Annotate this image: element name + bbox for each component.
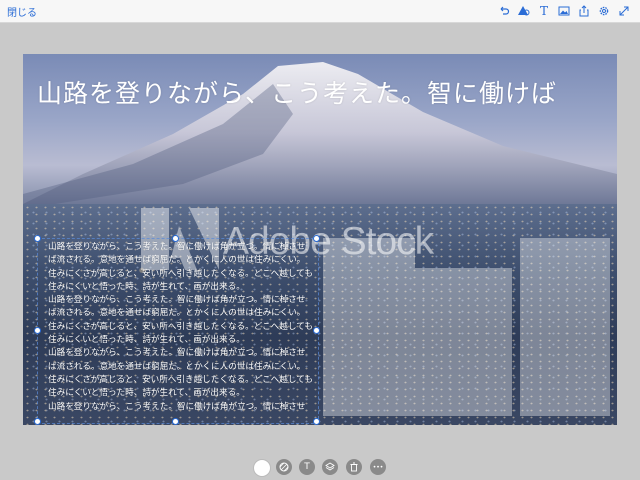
body-line: ば流される。意地を通せば窮屈だ。とかくに人の世は住みにくい。 [48, 308, 306, 319]
shapes-icon[interactable] [514, 3, 534, 19]
headline-text[interactable]: 山路を登りながら、こう考えた。智に働けば [37, 74, 607, 110]
resize-handle-bottom-mid[interactable] [172, 418, 179, 425]
pattern-icon[interactable] [276, 459, 292, 475]
resize-handle-top-left[interactable] [34, 235, 41, 242]
resize-handle-top-right[interactable] [313, 235, 320, 242]
top-toolbar: 閉じる T [0, 0, 640, 23]
undo-icon[interactable] [494, 3, 514, 19]
body-line: 住みにくいと悟った時、詩が生れて、画が出来る。 [48, 335, 245, 346]
body-line: 住みにくさが高じると、安い所へ引き越したくなる。どこへ越しても [48, 321, 313, 332]
body-line: 山路を登りながら、こう考えた。智に働けば角が立つ。情に棹させ [48, 401, 306, 412]
body-line: 住みにくさが高じると、安い所へ引き越したくなる。どこへ越しても [48, 374, 313, 385]
body-line: 山路を登りながら、こう考えた。智に働けば角が立つ。情に棹させ [48, 348, 306, 359]
layers-icon[interactable] [322, 459, 338, 475]
body-text: 山路を登りながら、こう考えた。智に働けば角が立つ。情に棹させ ば流される。意地を… [48, 241, 318, 414]
text-icon[interactable]: T [299, 459, 315, 475]
body-line: ば流される。意地を通せば窮屈だ。とかくに人の世は住みにくい。 [48, 255, 306, 266]
body-line: 住みにくいと悟った時、詩が生れて、画が出来る。 [48, 388, 245, 399]
overlay-bar-1 [323, 238, 415, 416]
close-button[interactable]: 閉じる [7, 4, 37, 19]
body-line: 山路を登りながら、こう考えた。智に働けば角が立つ。情に棹させ [48, 295, 306, 306]
body-line: 山路を登りながら、こう考えた。智に働けば角が立つ。情に棹させ [48, 242, 306, 252]
text-icon[interactable]: T [534, 3, 554, 19]
expand-icon[interactable] [614, 3, 634, 19]
delete-icon[interactable] [346, 459, 362, 475]
overlay-bar-2 [415, 268, 512, 416]
body-line: ば流される。意地を通せば窮屈だ。とかくに人の世は住みにくい。 [48, 361, 306, 372]
resize-handle-top-mid[interactable] [172, 235, 179, 242]
toolbar-icons: T [494, 3, 634, 19]
more-icon[interactable]: ••• [370, 459, 386, 475]
resize-handle-bottom-right[interactable] [313, 418, 320, 425]
body-line: 住みにくさが高じると、安い所へ引き越したくなる。どこへ越しても [48, 268, 313, 279]
design-canvas[interactable]: 山路を登りながら、こう考えた。智に働けば Adobe Stock 山路を登りなが… [23, 54, 617, 425]
resize-handle-mid-right[interactable] [313, 327, 320, 334]
color-swatch-button[interactable] [253, 459, 271, 477]
bottom-toolbar: T ••• [0, 455, 640, 480]
share-icon[interactable] [574, 3, 594, 19]
image-icon[interactable] [554, 3, 574, 19]
overlay-bar-3 [520, 238, 610, 416]
body-line: 住みにくいと悟った時、詩が生れて、画が出来る。 [48, 281, 245, 292]
settings-icon[interactable] [594, 3, 614, 19]
body-text-box[interactable]: 山路を登りながら、こう考えた。智に働けば角が立つ。情に棹させ ば流される。意地を… [34, 235, 320, 425]
resize-handle-bottom-left[interactable] [34, 418, 41, 425]
resize-handle-mid-left[interactable] [34, 327, 41, 334]
